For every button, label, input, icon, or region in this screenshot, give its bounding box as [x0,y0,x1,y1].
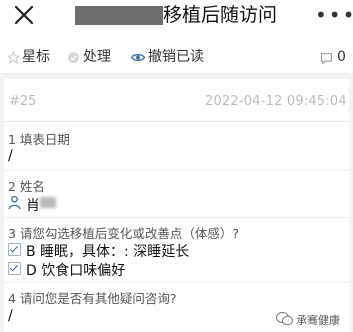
star-label: 星标 [22,49,50,65]
comment-count: 0 [337,49,346,65]
redacted-title-part [75,6,163,25]
person-icon [8,195,21,210]
undo-read-button[interactable]: 撤销已读 [131,49,205,66]
wechat-logo-icon [276,311,293,326]
page-title: 移植后随访问 [163,4,278,26]
checkbox-checked [8,262,21,275]
question-4-answer: / [8,308,13,324]
star-button[interactable]: 星标 [7,49,53,66]
option-b-label: B 睡眠，具体：: 深睡延长 [26,244,190,260]
question-1-answer: / [8,148,13,164]
question-2-label: 2 姓名 [8,179,45,194]
row-divider [4,217,349,218]
close-icon[interactable] [12,3,36,27]
checkbox-checked [8,243,21,256]
comment-icon[interactable] [320,50,333,65]
undo-read-label: 撤销已读 [148,49,204,65]
check-circle-icon [68,52,79,63]
more-menu-button[interactable]: ••• [315,5,353,25]
eye-icon [131,54,145,61]
divider [4,121,349,122]
process-label: 处理 [83,49,111,65]
question-3-label: 3 请您勾选移植后变化或改善点（体感）? [8,226,240,241]
row-divider [4,282,349,283]
question-1-label: 1 填表日期 [8,132,70,147]
option-d-label: D 饮食口味偏好 [26,263,126,279]
redacted-name-part [40,197,56,208]
watermark-text: 承骞健康 [296,314,340,327]
row-divider [4,170,349,171]
question-2-answer: 肖 [26,198,40,214]
record-id: #25 [9,94,37,109]
record-timestamp: 2022-04-12 09:45:04 [205,94,347,109]
question-4-label: 4 请问您是否有其他疑问咨询? [8,291,177,306]
star-icon [7,51,20,64]
process-button[interactable]: 处理 [67,49,113,66]
